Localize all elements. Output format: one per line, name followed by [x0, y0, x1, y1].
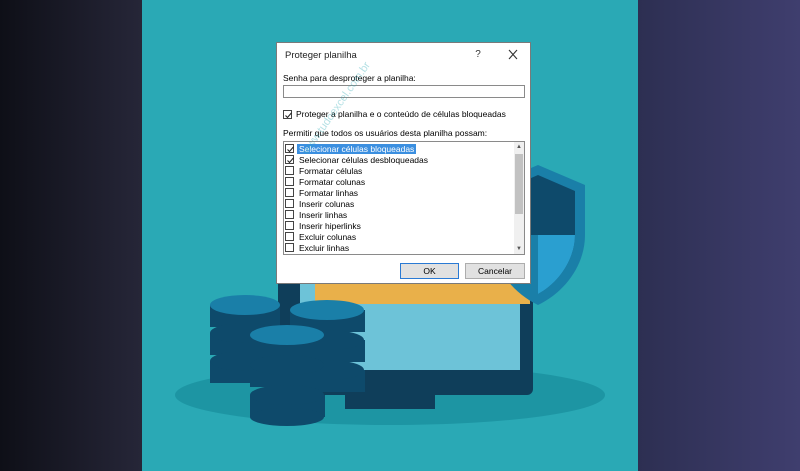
- list-item[interactable]: Selecionar células desbloqueadas: [285, 154, 513, 165]
- permission-checkbox[interactable]: [285, 221, 294, 230]
- list-item[interactable]: Selecionar células bloqueadas: [285, 143, 513, 154]
- permission-label: Selecionar células desbloqueadas: [299, 154, 429, 165]
- permission-checkbox[interactable]: [285, 199, 294, 208]
- permission-checkbox[interactable]: [285, 188, 294, 197]
- check-icon: [287, 157, 294, 164]
- dialog-title: Proteger planilha: [285, 50, 357, 61]
- list-item[interactable]: Formatar colunas: [285, 176, 513, 187]
- ok-button[interactable]: OK: [400, 263, 459, 279]
- scroll-down-icon[interactable]: ▼: [514, 244, 524, 254]
- protect-sheet-dialog: Proteger planilha ? Senha para desproteg…: [276, 42, 531, 284]
- password-input[interactable]: [283, 85, 525, 98]
- help-button[interactable]: ?: [469, 47, 487, 63]
- list-item[interactable]: Excluir colunas: [285, 231, 513, 242]
- check-icon: [287, 146, 294, 153]
- list-scrollbar[interactable]: ▲ ▼: [514, 142, 524, 254]
- permission-label: Formatar células: [299, 165, 363, 176]
- permissions-list[interactable]: Selecionar células bloqueadas Selecionar…: [283, 141, 525, 255]
- list-item[interactable]: Inserir hiperlinks: [285, 220, 513, 231]
- permission-label: Inserir hiperlinks: [299, 220, 361, 231]
- permission-checkbox[interactable]: [285, 210, 294, 219]
- monitor-stand: [345, 395, 435, 409]
- permission-checkbox[interactable]: [285, 144, 294, 153]
- permission-checkbox[interactable]: [285, 243, 294, 252]
- permission-label: Inserir colunas: [299, 198, 355, 209]
- permission-checkbox[interactable]: [285, 177, 294, 186]
- protect-checkbox-row[interactable]: Proteger a planilha e o conteúdo de célu…: [283, 109, 506, 119]
- close-button[interactable]: [503, 47, 523, 63]
- list-item[interactable]: Excluir linhas: [285, 242, 513, 253]
- permission-label: Excluir linhas: [299, 242, 350, 253]
- check-icon: [285, 111, 292, 118]
- close-icon: [508, 49, 518, 60]
- scroll-thumb[interactable]: [515, 154, 523, 214]
- permission-label: Excluir colunas: [299, 231, 357, 242]
- permission-checkbox[interactable]: [285, 166, 294, 175]
- permission-label: Formatar colunas: [299, 176, 366, 187]
- database-icon: [250, 325, 325, 426]
- list-item[interactable]: Formatar linhas: [285, 187, 513, 198]
- permission-label: Formatar linhas: [299, 187, 359, 198]
- protect-checkbox[interactable]: [283, 109, 292, 119]
- scroll-up-icon[interactable]: ▲: [514, 142, 524, 152]
- permission-label: Inserir linhas: [299, 209, 348, 220]
- list-item[interactable]: Formatar células: [285, 165, 513, 176]
- list-item[interactable]: Inserir colunas: [285, 198, 513, 209]
- permission-checkbox[interactable]: [285, 155, 294, 164]
- dialog-titlebar: Proteger planilha ?: [277, 43, 530, 67]
- list-item[interactable]: Inserir linhas: [285, 209, 513, 220]
- cancel-button[interactable]: Cancelar: [465, 263, 525, 279]
- permission-checkbox[interactable]: [285, 232, 294, 241]
